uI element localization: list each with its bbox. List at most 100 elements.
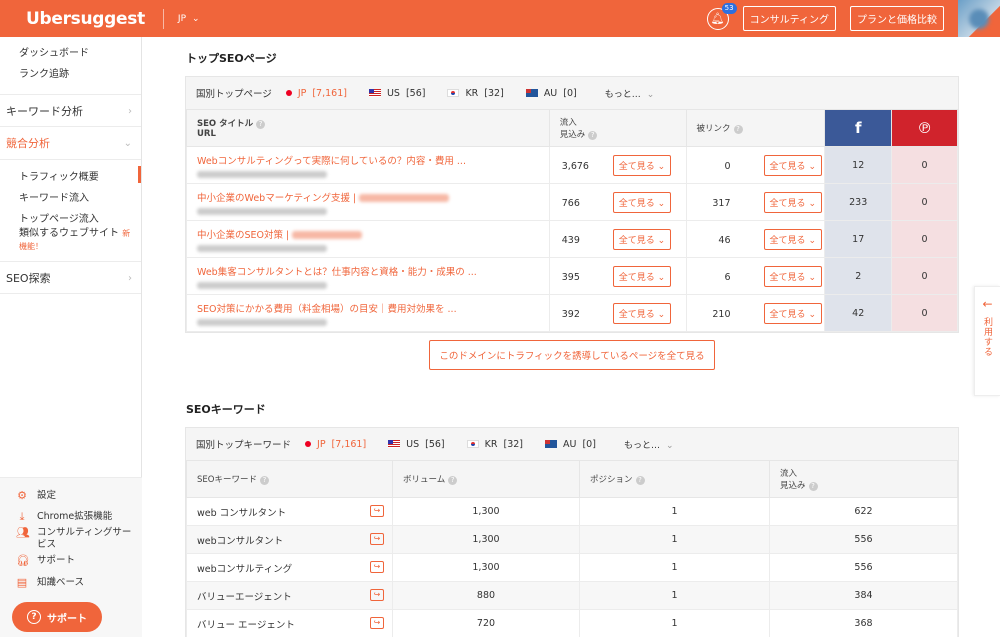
chevron-down-icon: ⌄	[808, 272, 816, 283]
info-icon[interactable]: ?	[256, 120, 266, 129]
redirect-icon[interactable]: ↪	[370, 616, 384, 629]
see-all-traffic-button[interactable]: 全て見る ⌄	[612, 228, 672, 250]
keyword-text[interactable]: web コンサルタント	[197, 508, 286, 519]
info-icon[interactable]: ?	[808, 482, 818, 491]
volume-cell: 1,300	[392, 525, 580, 554]
see-all-backlinks-button[interactable]: 全て見る ⌄	[763, 228, 822, 250]
sidebar-item-traffic-overview[interactable]: トラフィック概要	[0, 167, 141, 188]
plans-button[interactable]: プランと価格比較	[850, 6, 944, 31]
page-title-link[interactable]: Webコンサルティングって実際に何しているの？内容・費用 ...	[197, 153, 549, 167]
page-title-link[interactable]: SEO対策にかかる費用（料金相場）の目安｜費用対効果を ...	[197, 301, 549, 315]
pinterest-shares: 0	[891, 146, 958, 184]
country-tabs-label: 国別トップページ	[196, 89, 272, 100]
kr-flag-icon	[447, 89, 460, 97]
sidebar-item-chrome-extension[interactable]: ⤓ Chrome拡張機能	[0, 511, 142, 523]
page-title-link[interactable]: 中小企業のSEO対策 |	[197, 230, 289, 241]
more-countries-dropdown[interactable]: もっと… ⌄	[624, 438, 674, 451]
redirect-icon[interactable]: ↪	[370, 532, 384, 545]
country-count: [0]	[563, 87, 577, 99]
logo[interactable]: Ubersuggest	[26, 9, 145, 29]
facebook-shares: 12	[824, 146, 893, 184]
traffic-cell: 384	[769, 581, 958, 610]
keywords-card: 国別トップキーワード JP [7,161] US [56] KR [32] AU…	[185, 427, 959, 637]
country-tab-au[interactable]: AU [0]	[545, 439, 596, 450]
country-tab-us[interactable]: US [56]	[368, 88, 425, 99]
info-icon[interactable]: ?	[448, 476, 458, 485]
country-tab-us[interactable]: US [56]	[388, 439, 445, 450]
sidebar-item-rank-tracking[interactable]: ランク追跡	[0, 64, 141, 85]
see-all-traffic-button[interactable]: 全て見る ⌄	[612, 191, 672, 213]
traffic-cell: 556	[769, 553, 958, 582]
traffic-cell: 395 全て見る ⌄	[548, 257, 687, 295]
download-icon: ⤓	[19, 510, 25, 523]
traffic-cell: 439 全て見る ⌄	[548, 220, 687, 258]
info-icon[interactable]: ?	[588, 131, 598, 140]
col-label: SEOキーワード	[197, 475, 257, 485]
country-tab-jp[interactable]: JP [7,161]	[285, 88, 347, 99]
support-button[interactable]: ? サポート	[12, 602, 102, 632]
page-title-cell: SEO対策にかかる費用（料金相場）の目安｜費用対効果を ...	[186, 294, 550, 332]
see-all-label: 全て見る	[769, 198, 806, 209]
see-all-traffic-button[interactable]: 全て見る ⌄	[612, 302, 672, 324]
position-cell: 1	[579, 581, 770, 610]
jp-flag-icon	[305, 441, 312, 447]
info-icon[interactable]: ?	[635, 476, 645, 485]
see-all-backlinks-button[interactable]: 全て見る ⌄	[763, 265, 822, 287]
sidebar-item-knowledge-base[interactable]: ▤ 知識ベース	[0, 577, 142, 589]
document-icon: ▤	[16, 576, 28, 589]
info-icon[interactable]: ?	[259, 476, 269, 485]
sidebar-item-dashboard[interactable]: ダッシュボード	[0, 43, 141, 64]
redirect-icon[interactable]: ↪	[370, 588, 384, 601]
redirect-icon[interactable]: ↪	[370, 504, 384, 517]
people-icon: 👥︎	[16, 526, 30, 539]
country-count: [7,161]	[331, 438, 367, 450]
country-tab-kr[interactable]: KR [32]	[466, 439, 523, 450]
see-all-traffic-button[interactable]: 全て見る ⌄	[612, 265, 672, 287]
col-traffic: 流入 見込み?	[548, 109, 687, 147]
keyword-text[interactable]: バリュー エージェント	[197, 620, 295, 631]
traffic-cell: 766 全て見る ⌄	[548, 183, 687, 221]
page-title-cell: Webコンサルティングって実際に何しているの？内容・費用 ...	[186, 146, 550, 184]
traffic-cell: 622	[769, 497, 958, 526]
sidebar-item-similar-sites[interactable]: 類似するウェブサイト 新機能！	[0, 227, 141, 253]
country-tab-jp[interactable]: JP [7,161]	[305, 439, 366, 450]
sidebar-item-consulting-service[interactable]: 👥︎ コンサルティングサービス	[0, 527, 142, 551]
table-row: Webコンサルティングって実際に何しているの？内容・費用 ... 3,676 全…	[186, 146, 958, 184]
keyword-text[interactable]: バリューエージェント	[197, 592, 292, 603]
see-all-backlinks-button[interactable]: 全て見る ⌄	[763, 154, 822, 176]
sidebar-item-settings[interactable]: ⚙ 設定	[0, 490, 142, 502]
keyword-text[interactable]: webコンサルティング	[197, 564, 292, 575]
redirect-icon[interactable]: ↪	[370, 560, 384, 573]
backlinks-value: 0	[724, 160, 731, 172]
country-selector[interactable]: JP ⌄	[178, 14, 200, 24]
notification-button[interactable]: 🔔︎ 53	[706, 2, 737, 30]
table-row: SEO対策にかかる費用（料金相場）の目安｜費用対効果を ... 392 全て見る…	[186, 294, 958, 332]
see-all-backlinks-button[interactable]: 全て見る ⌄	[763, 191, 822, 213]
keyword-text[interactable]: webコンサルタント	[197, 536, 283, 547]
page-title-link[interactable]: Web集客コンサルタントとは？仕事内容と資格・能力・成果の ...	[197, 264, 549, 278]
info-icon[interactable]: ?	[733, 125, 743, 134]
country-tab-kr[interactable]: KR [32]	[447, 88, 504, 99]
sidebar-section-competitor-analysis[interactable]: 競合分析 ⌄	[0, 127, 141, 160]
sidebar-section-seo-explore[interactable]: SEO探索 ›	[0, 261, 141, 294]
volume-cell: 1,300	[392, 553, 580, 582]
traffic-value: 766	[561, 197, 580, 209]
sidebar-item-keyword-traffic[interactable]: キーワード流入	[0, 188, 141, 209]
col-label: URL	[197, 129, 216, 139]
sidebar-item-top-pages[interactable]: トップページ流入	[0, 212, 141, 227]
keyword-cell: バリュー エージェント ↪	[186, 609, 393, 637]
sidebar-section-keyword-analysis[interactable]: キーワード分析 ›	[0, 94, 141, 127]
side-use-tab[interactable]: ← 利用する	[974, 286, 1000, 396]
country-tab-au[interactable]: AU [0]	[525, 87, 577, 99]
more-countries-dropdown[interactable]: もっと… ⌄	[605, 87, 655, 100]
active-indicator	[138, 166, 141, 183]
chevron-down-icon: ⌄	[665, 440, 674, 451]
page-title-cell: 中小企業のWebマーケティング支援 |	[186, 183, 550, 221]
page-title-link[interactable]: 中小企業のWebマーケティング支援 |	[197, 193, 356, 204]
see-all-traffic-button[interactable]: 全て見る ⌄	[612, 154, 672, 176]
avatar[interactable]	[958, 0, 1000, 37]
see-all-pages-button[interactable]: このドメインにトラフィックを誘導しているページを全て見る	[429, 340, 715, 370]
see-all-backlinks-button[interactable]: 全て見る ⌄	[763, 302, 822, 324]
sidebar-item-support[interactable]: 🎧︎ サポート	[0, 555, 142, 567]
consulting-button[interactable]: コンサルティング	[742, 6, 836, 31]
